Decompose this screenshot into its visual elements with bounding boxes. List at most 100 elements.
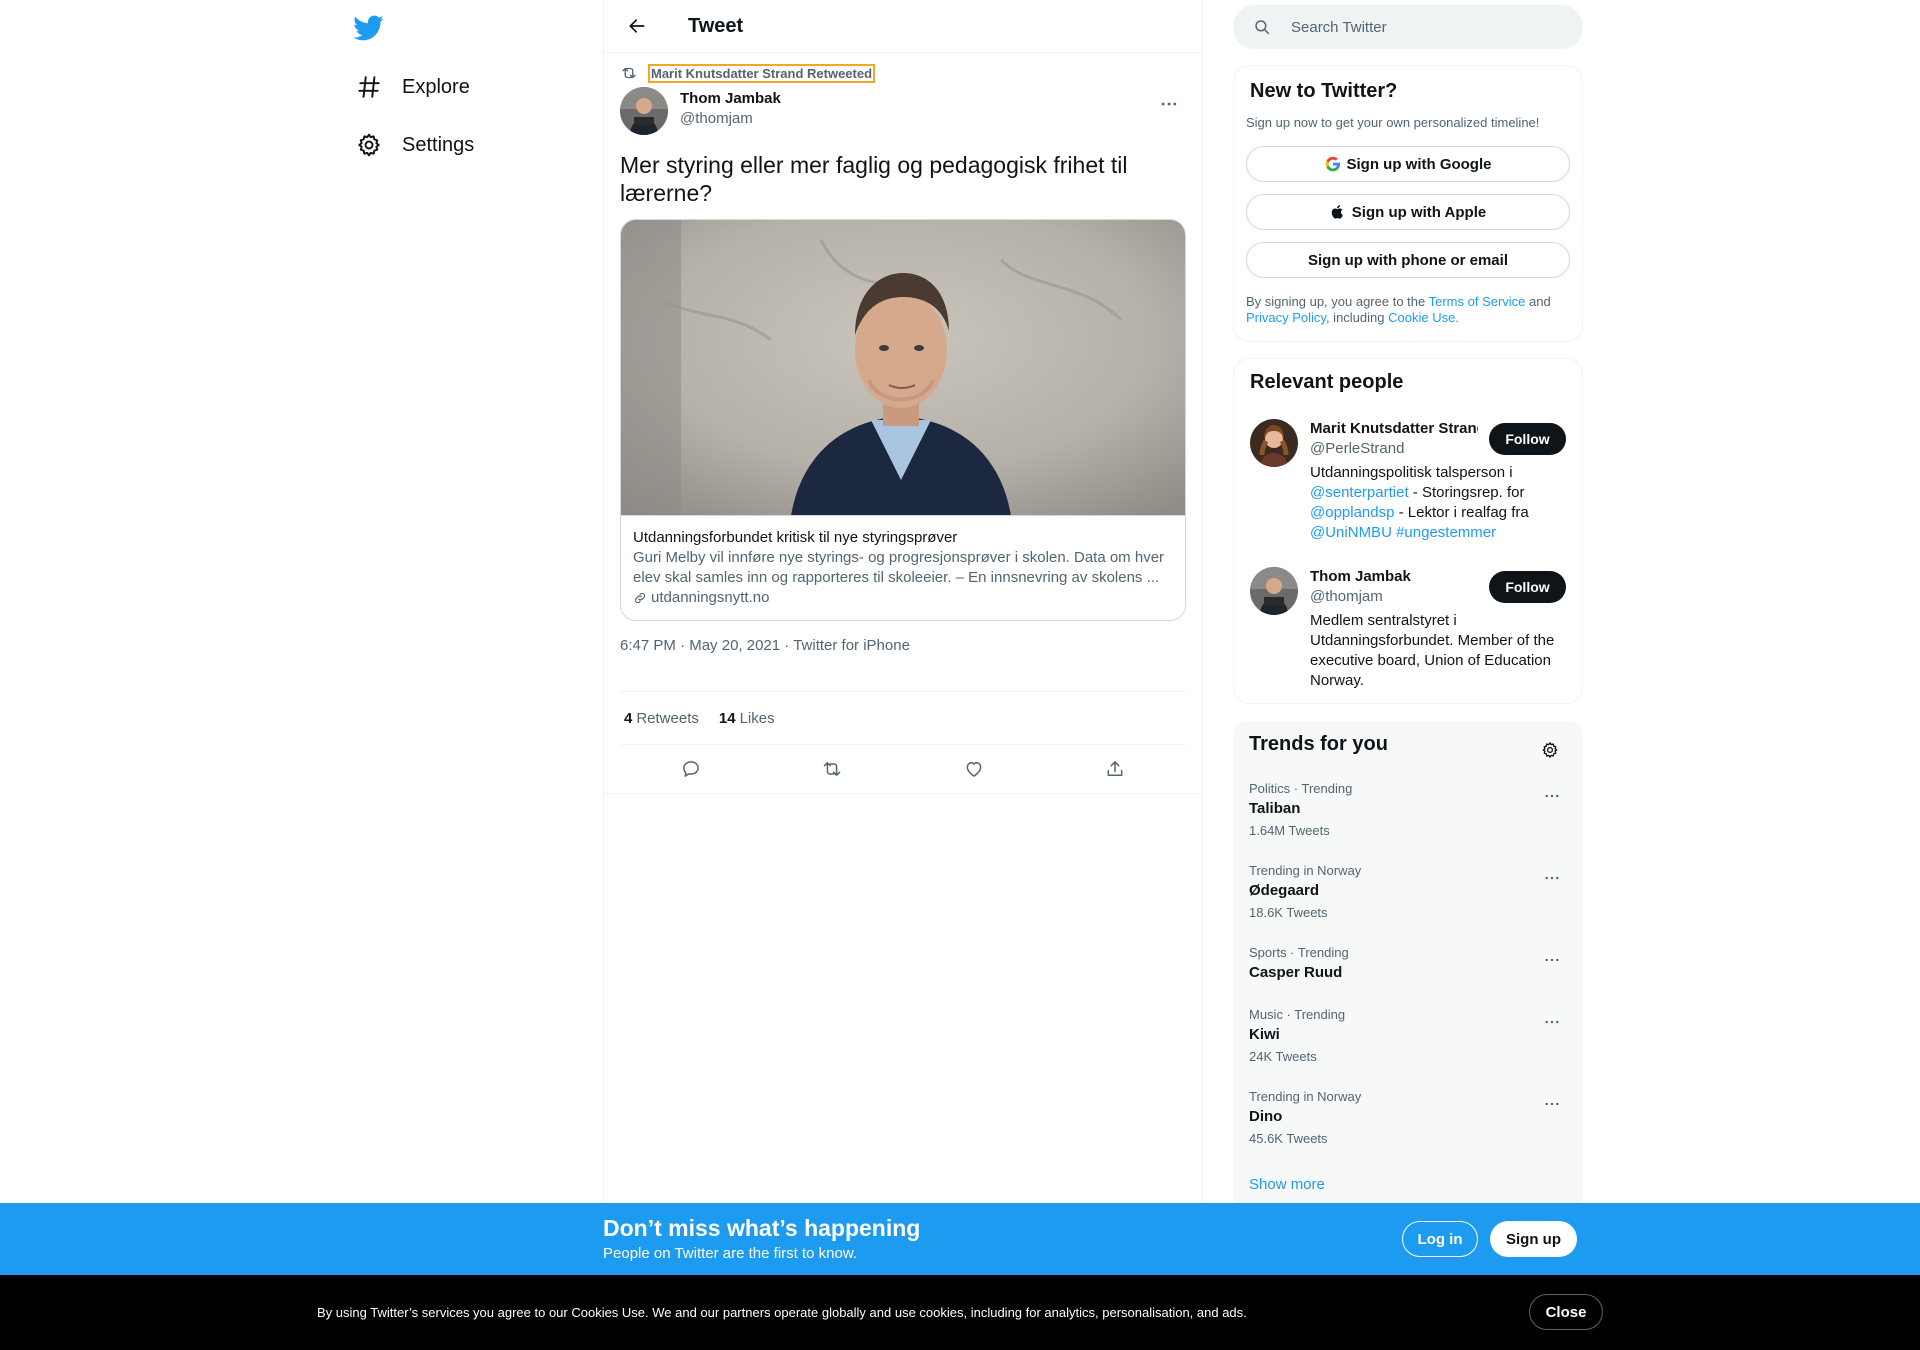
search-input[interactable]	[1291, 18, 1551, 36]
trend-count: 18.6K Tweets	[1249, 905, 1328, 920]
signup-phone-email-label: Sign up with phone or email	[1307, 251, 1508, 269]
back-button[interactable]	[620, 9, 654, 43]
search-box[interactable]	[1233, 5, 1583, 49]
tweet-source[interactable]: Twitter for iPhone	[793, 637, 910, 654]
trend-context: Trending in Norway	[1249, 863, 1362, 878]
relevant-people-panel: Relevant people Marit Knutsdatter Strand…	[1233, 358, 1583, 704]
trend-more-button[interactable]	[1537, 945, 1567, 975]
trend-item[interactable]: Sports · Trending Casper Ruud	[1233, 945, 1583, 983]
heart-icon	[966, 762, 982, 777]
more-options-button[interactable]	[1152, 87, 1186, 121]
twitter-logo-icon[interactable]	[352, 12, 384, 44]
retweet-icon	[620, 64, 638, 82]
close-cookie-button[interactable]: Close	[1529, 1294, 1603, 1330]
trend-more-button[interactable]	[1537, 863, 1567, 893]
signup-google-button[interactable]: Sign up with Google	[1246, 146, 1570, 182]
trend-count: 1.64M Tweets	[1249, 823, 1330, 838]
apple-icon	[1330, 204, 1346, 220]
trend-more-button[interactable]	[1537, 1007, 1567, 1037]
mention-link[interactable]: @UniNMBU	[1310, 524, 1392, 541]
card-domain: utdanningsnytt.no	[633, 588, 1173, 608]
trend-count: 45.6K Tweets	[1249, 1131, 1328, 1146]
more-dots-icon	[1545, 958, 1559, 962]
trend-context: Politics · Trending	[1249, 781, 1353, 796]
person-name[interactable]: Marit Knutsdatter Strand	[1310, 419, 1478, 439]
retweeted-by-link[interactable]: Marit Knutsdatter Strand Retweeted	[648, 63, 876, 83]
nav-explore[interactable]: Explore	[344, 62, 482, 112]
link-icon	[633, 591, 647, 605]
more-dots-icon	[1545, 1102, 1559, 1106]
retweets-count: 4	[624, 709, 633, 727]
tweet-actions	[620, 745, 1186, 793]
tweet-author: Thom Jambak @thomjam	[620, 87, 1186, 139]
share-button[interactable]	[1098, 752, 1132, 786]
tweet: Marit Knutsdatter Strand Retweeted Thom …	[604, 53, 1202, 794]
trend-item[interactable]: Politics · Trending Taliban 1.64M Tweets	[1233, 781, 1583, 839]
trends-title: Trends for you	[1249, 733, 1388, 755]
cookie-use-link[interactable]: Cookie Use.	[1388, 310, 1459, 325]
search-icon	[1253, 18, 1271, 36]
link-card[interactable]: Utdanningsforbundet kritisk til nye styr…	[620, 219, 1186, 621]
tweet-date[interactable]: May 20, 2021	[689, 637, 780, 654]
more-dots-icon	[1545, 794, 1559, 798]
more-dots-icon	[1161, 102, 1177, 106]
retweet-button[interactable]	[815, 752, 849, 786]
nav-settings[interactable]: Settings	[344, 120, 486, 170]
relevant-people-title: Relevant people	[1250, 371, 1404, 393]
trend-more-button[interactable]	[1537, 781, 1567, 811]
likes-label: Likes	[739, 709, 775, 727]
terms-of-service-link[interactable]: Terms of Service	[1429, 294, 1526, 309]
trends-panel: Trends for you Politics · Trending Talib…	[1233, 721, 1583, 1211]
author-name[interactable]: Thom Jambak	[680, 89, 781, 109]
signup-banner: Don’t miss what’s happening People on Tw…	[0, 1203, 1920, 1275]
avatar[interactable]	[1250, 419, 1298, 467]
hashtag-link[interactable]: #ungestemmer	[1396, 524, 1496, 541]
new-to-twitter-panel: New to Twitter? Sign up now to get your …	[1233, 65, 1583, 342]
follow-button[interactable]: Follow	[1489, 423, 1566, 455]
retweet-icon	[824, 762, 841, 776]
retweets-stat[interactable]: 4 Retweets	[624, 710, 699, 727]
signup-google-label: Sign up with Google	[1346, 155, 1492, 173]
trends-settings-button[interactable]	[1533, 733, 1567, 767]
page-title: Tweet	[688, 14, 744, 37]
signup-apple-label: Sign up with Apple	[1351, 203, 1487, 221]
trend-context: Music · Trending	[1249, 1007, 1346, 1022]
signup-apple-button[interactable]: Sign up with Apple	[1246, 194, 1570, 230]
tweet-text: Mer styring eller mer faglig og pedagogi…	[620, 152, 1128, 206]
trend-context: Sports · Trending	[1249, 945, 1349, 960]
likes-stat[interactable]: 14 Likes	[719, 710, 775, 727]
trend-name: Ødegaard	[1249, 882, 1320, 899]
signup-phone-email-button[interactable]: Sign up with phone or email	[1246, 242, 1570, 278]
signup-terms: By signing up, you agree to the Terms of…	[1246, 294, 1551, 325]
gear-icon	[356, 132, 382, 158]
signup-button[interactable]: Sign up	[1490, 1221, 1577, 1257]
arrow-left-icon	[629, 19, 645, 33]
avatar[interactable]	[1250, 567, 1298, 615]
hash-icon	[356, 74, 382, 100]
like-button[interactable]	[957, 752, 991, 786]
new-to-twitter-title: New to Twitter?	[1250, 80, 1398, 102]
reply-button[interactable]	[674, 752, 708, 786]
more-dots-icon	[1545, 876, 1559, 880]
main-column: Tweet Marit Knutsdatter Strand Retweeted…	[603, 0, 1203, 1203]
new-to-twitter-subtitle: Sign up now to get your own personalized…	[1246, 115, 1540, 130]
login-button[interactable]: Log in	[1402, 1221, 1478, 1257]
tweet-time[interactable]: 6:47 PM	[620, 637, 676, 654]
follow-button[interactable]: Follow	[1489, 571, 1566, 603]
trend-more-button[interactable]	[1537, 1089, 1567, 1119]
trend-item[interactable]: Music · Trending Kiwi 24K Tweets	[1233, 1007, 1583, 1065]
card-description-line2: elev skal samles inn og rapporteres til …	[633, 569, 1160, 586]
trend-name: Taliban	[1249, 800, 1301, 817]
trend-item[interactable]: Trending in Norway Dino 45.6K Tweets	[1233, 1089, 1583, 1147]
avatar[interactable]	[620, 87, 668, 135]
nav-explore-label: Explore	[402, 75, 470, 98]
privacy-policy-link[interactable]: Privacy Policy	[1246, 310, 1326, 325]
person-name[interactable]: Thom Jambak	[1310, 567, 1478, 587]
mention-link[interactable]: @senterpartiet	[1310, 484, 1409, 501]
show-more-link[interactable]: Show more	[1249, 1176, 1325, 1193]
author-handle[interactable]: @thomjam	[680, 109, 781, 129]
trend-item[interactable]: Trending in Norway Ødegaard 18.6K Tweets	[1233, 863, 1583, 921]
likes-count: 14	[718, 709, 736, 727]
reply-icon	[682, 761, 699, 777]
mention-link[interactable]: @opplandsp	[1310, 504, 1394, 521]
